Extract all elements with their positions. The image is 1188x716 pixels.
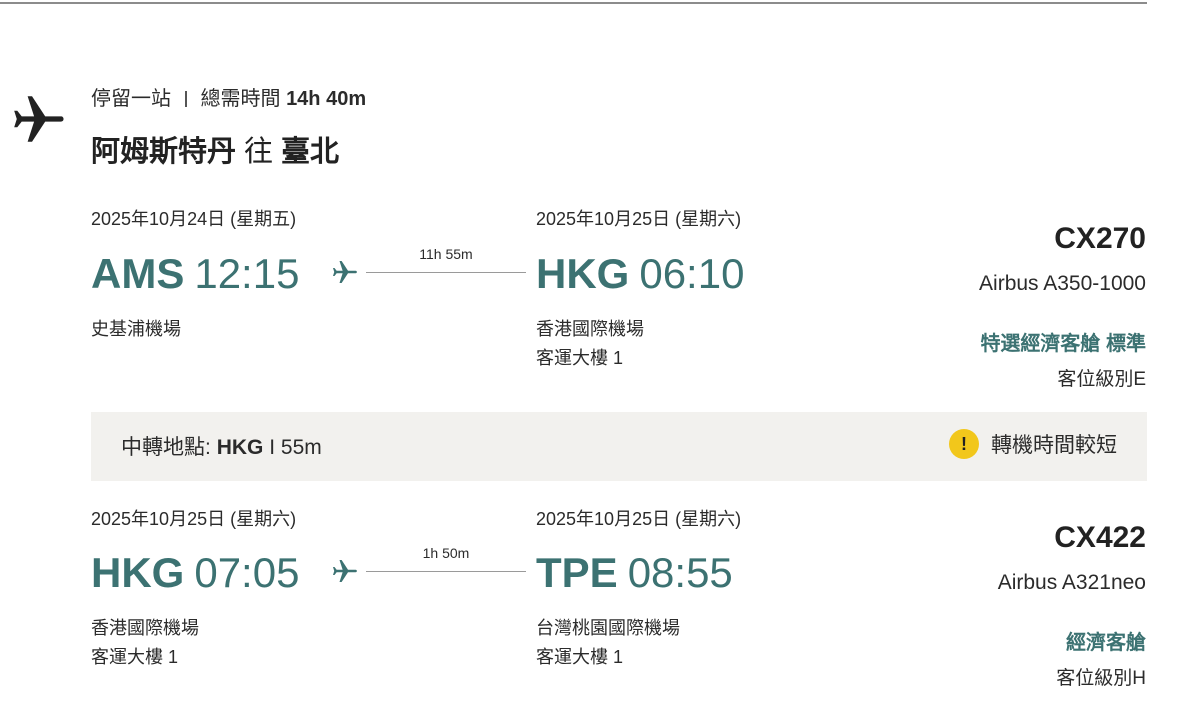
departure-date: 2025年10月25日 (星期六) xyxy=(91,509,297,529)
route-title: 阿姆斯特丹往臺北 xyxy=(91,128,339,170)
trip-summary: 停留一站 總需時間 14h 40m xyxy=(91,82,366,111)
cabin-class: 特選經濟客艙 標準 xyxy=(980,333,1146,355)
departure-time: 07:05 xyxy=(194,549,300,596)
departure-airport: 香港國際機場 客運大樓 1 xyxy=(91,614,199,672)
departure-date: 2025年10月24日 (星期五) xyxy=(91,209,297,229)
transit-separator: I xyxy=(269,436,276,459)
departure-code-time: AMS 12:15 xyxy=(91,250,299,298)
flight-duration: 1h 50m xyxy=(422,545,470,561)
short-connection-warning: ! 轉機時間較短 xyxy=(949,429,1117,459)
arrival-airport-code: HKG xyxy=(536,250,630,297)
arrival-airport: 台灣桃園國際機場 客運大樓 1 xyxy=(536,614,680,672)
arrival-code-time: TPE 08:55 xyxy=(536,549,733,597)
transit-duration: 55m xyxy=(280,436,322,459)
duration-line xyxy=(366,571,526,572)
arrival-terminal: 客運大樓 1 xyxy=(536,348,624,368)
airplane-icon xyxy=(333,261,357,283)
stops-text: 停留一站 xyxy=(91,88,171,110)
aircraft-type: Airbus A321neo xyxy=(997,571,1146,594)
summary-separator xyxy=(185,91,187,107)
flight-number: CX270 xyxy=(1054,222,1146,255)
departure-airport: 史基浦機場 xyxy=(91,315,181,344)
arrival-airport: 香港國際機場 客運大樓 1 xyxy=(536,315,644,373)
total-time-label: 總需時間 xyxy=(200,88,281,110)
route-destination: 臺北 xyxy=(281,136,340,168)
transit-info-bar: 中轉地點: HKG I 55m ! 轉機時間較短 xyxy=(91,412,1147,481)
arrival-airport-name: 香港國際機場 xyxy=(536,319,644,339)
arrival-time: 06:10 xyxy=(639,250,745,297)
fare-class: 客位級別E xyxy=(1057,369,1146,390)
transit-label: 中轉地點: xyxy=(121,436,211,459)
departure-airport-code: HKG xyxy=(91,549,185,596)
warning-text: 轉機時間較短 xyxy=(991,434,1117,457)
departure-terminal: 客運大樓 1 xyxy=(91,647,179,667)
departure-airport-code: AMS xyxy=(91,250,185,297)
route-origin: 阿姆斯特丹 xyxy=(91,136,237,168)
route-connector: 往 xyxy=(244,136,274,168)
top-divider xyxy=(0,2,1147,4)
arrival-time: 08:55 xyxy=(627,549,733,596)
departure-airport-name: 史基浦機場 xyxy=(91,319,181,339)
flight-number: CX422 xyxy=(1054,521,1146,554)
total-time-value: 14h 40m xyxy=(286,88,367,110)
arrival-date: 2025年10月25日 (星期六) xyxy=(536,509,742,529)
airplane-icon xyxy=(333,560,357,582)
fare-class: 客位級別H xyxy=(1056,668,1146,689)
flight-duration: 11h 55m xyxy=(419,246,473,262)
arrival-date: 2025年10月25日 (星期六) xyxy=(536,209,742,229)
transit-text: 中轉地點: HKG I 55m xyxy=(121,431,322,461)
arrival-airport-name: 台灣桃園國際機場 xyxy=(536,618,680,638)
arrival-terminal: 客運大樓 1 xyxy=(536,647,624,667)
arrival-code-time: HKG 06:10 xyxy=(536,250,744,298)
duration-line xyxy=(366,272,526,273)
cabin-class: 經濟客艙 xyxy=(1066,632,1146,654)
warning-icon: ! xyxy=(949,429,979,459)
aircraft-type: Airbus A350-1000 xyxy=(979,272,1146,295)
airplane-icon xyxy=(14,96,64,142)
departure-code-time: HKG 07:05 xyxy=(91,549,299,597)
arrival-airport-code: TPE xyxy=(536,549,618,596)
departure-airport-name: 香港國際機場 xyxy=(91,618,199,638)
transit-airport: HKG xyxy=(216,436,264,459)
departure-time: 12:15 xyxy=(194,250,300,297)
